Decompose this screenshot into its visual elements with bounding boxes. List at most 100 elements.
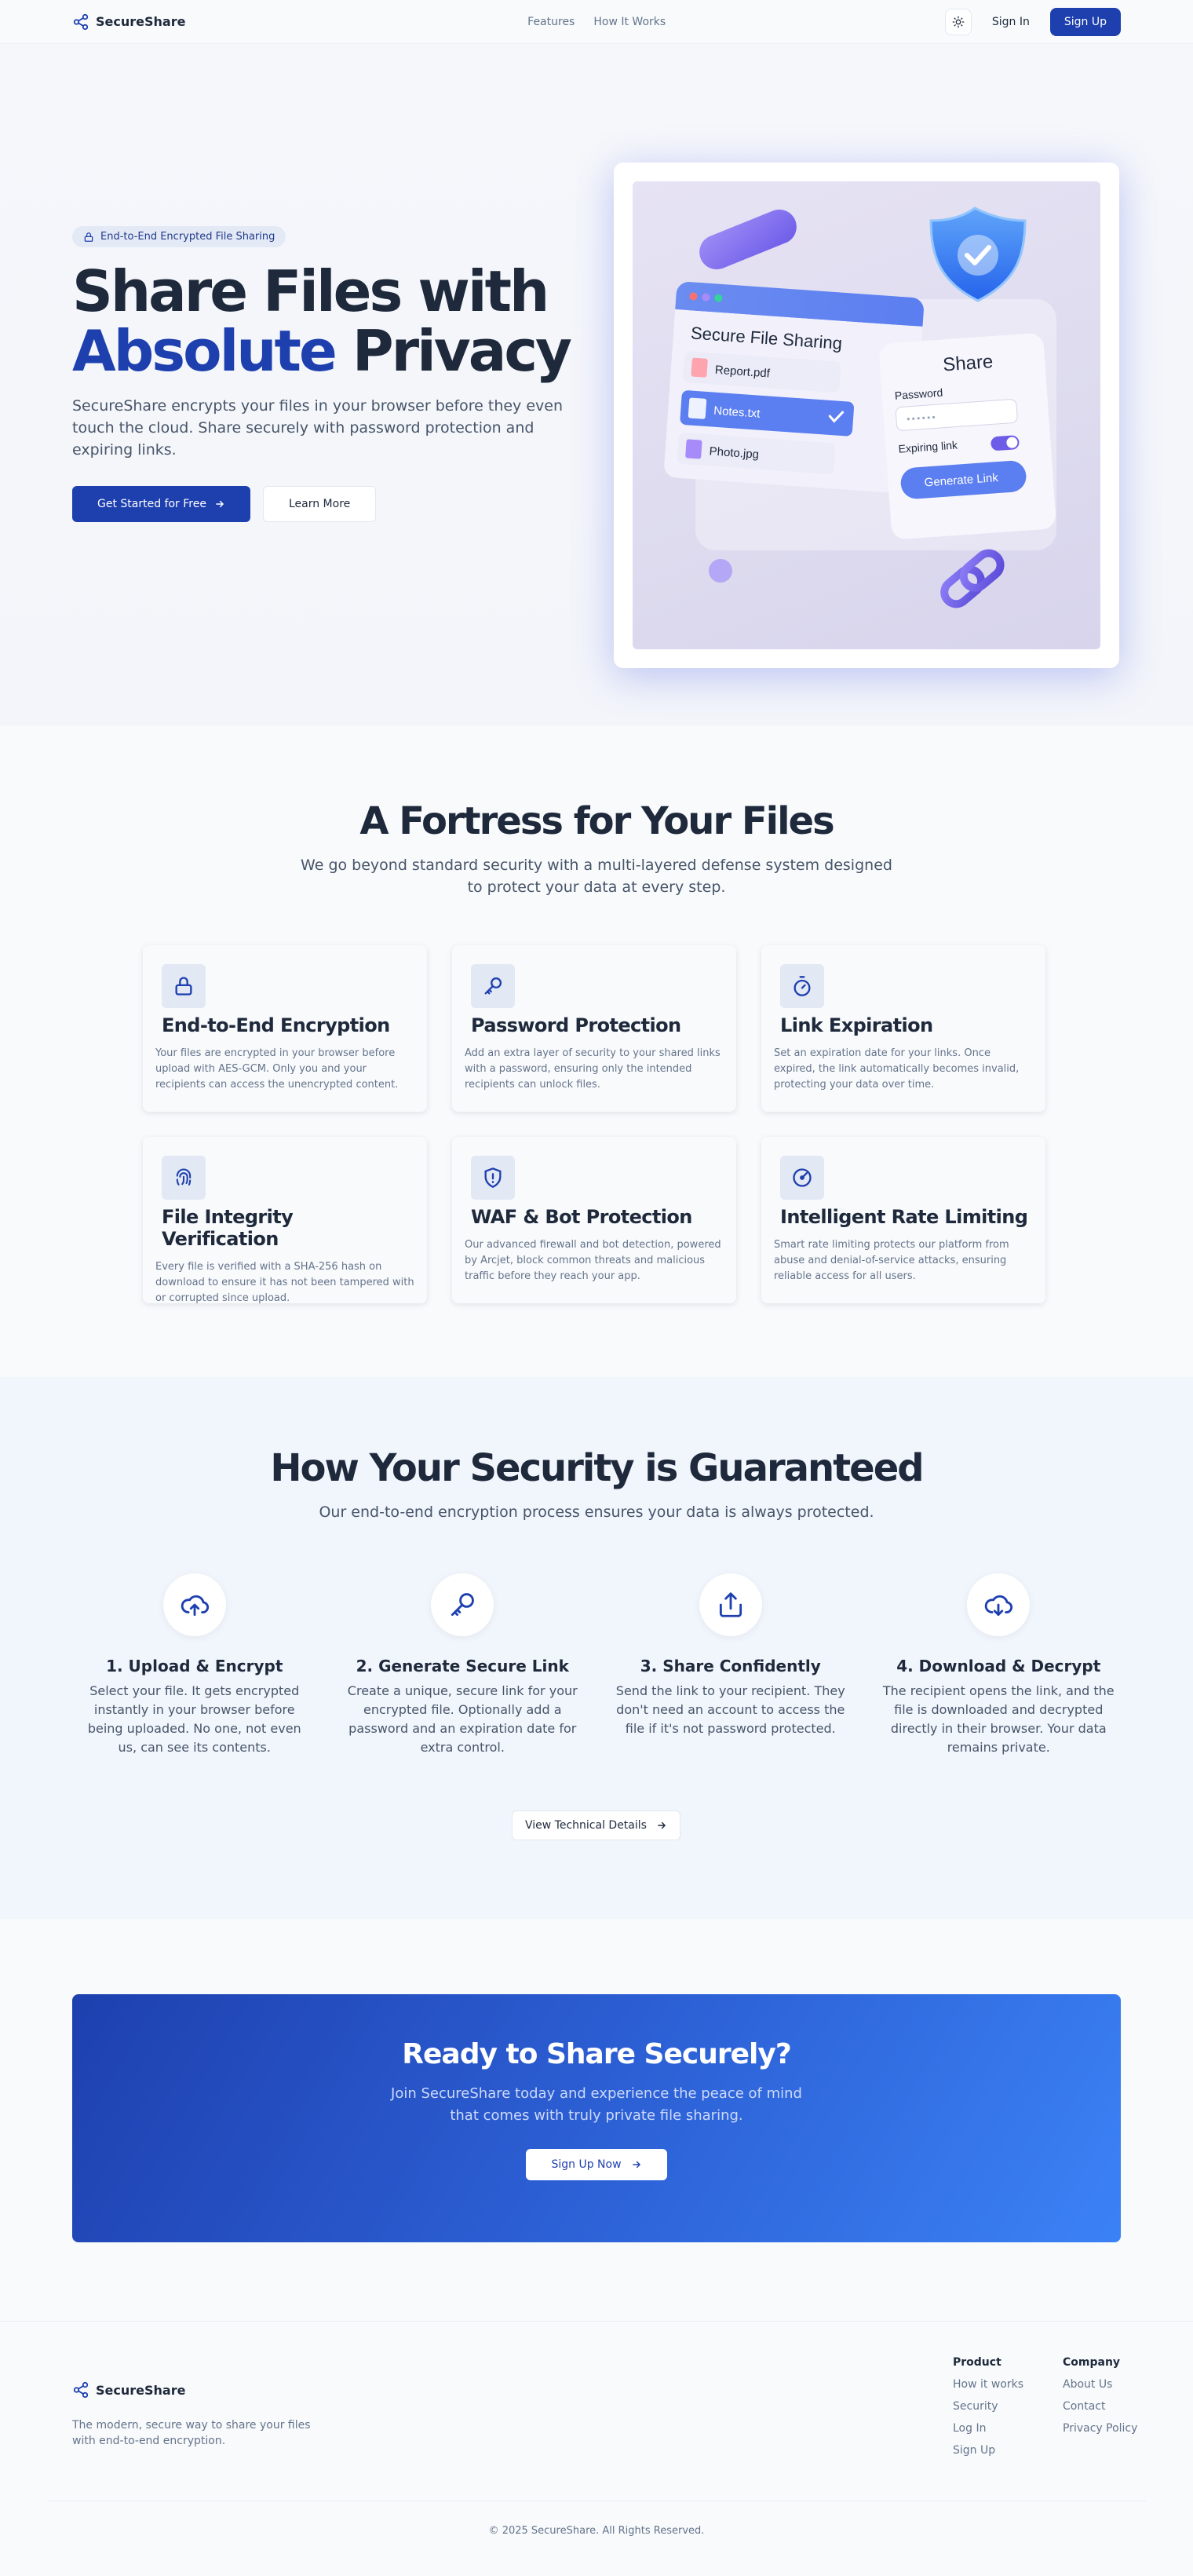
hero-title: Share Files with Absolute Privacy bbox=[72, 261, 575, 381]
decorative-orb bbox=[709, 559, 732, 583]
features-title: A Fortress for Your Files bbox=[359, 799, 834, 843]
footer-link-privacy-policy[interactable]: Privacy Policy bbox=[1063, 2422, 1137, 2435]
step-icon-circle bbox=[162, 1573, 226, 1636]
feature-title: File Integrity Verification bbox=[162, 1206, 294, 1250]
footer-description: The modern, secure way to share your fil… bbox=[72, 2419, 311, 2447]
tech-button-label: View Technical Details bbox=[525, 1819, 647, 1832]
steps-row: 1. Upload & Encrypt Select your file. It… bbox=[72, 1573, 1121, 1757]
shield-alert-icon bbox=[484, 1167, 502, 1188]
feature-text: Smart rate limiting protects our platfor… bbox=[774, 1239, 1009, 1282]
feature-icon-box bbox=[162, 964, 206, 1008]
cta-text: Join SecureShare today and experience th… bbox=[391, 2085, 802, 2124]
feature-card-waf: WAF & Bot Protection Our advanced firewa… bbox=[452, 1137, 736, 1303]
brand-name: SecureShare bbox=[96, 14, 186, 29]
step-download: 4. Download & Decrypt The recipient open… bbox=[877, 1573, 1122, 1757]
theme-toggle-button[interactable] bbox=[944, 8, 972, 35]
feature-card-integrity: File Integrity Verification Every file i… bbox=[143, 1137, 427, 1304]
step-text: Create a unique, secure link for your en… bbox=[347, 1683, 578, 1755]
feature-text: Your files are encrypted in your browser… bbox=[155, 1047, 399, 1091]
feature-card-password: Password Protection Add an extra layer o… bbox=[452, 945, 736, 1112]
cloud-download-icon bbox=[985, 1595, 1013, 1617]
hero-image-frame: Secure File Sharing Report.pdf Notes.txt… bbox=[614, 163, 1119, 668]
feature-title: Link Expiration bbox=[780, 1014, 933, 1036]
key-icon bbox=[484, 977, 502, 995]
footer-col-title: Product bbox=[953, 2356, 1001, 2369]
step-icon-circle bbox=[431, 1573, 494, 1636]
sign-up-now-label: Sign Up Now bbox=[551, 2158, 622, 2171]
step-title: 4. Download & Decrypt bbox=[896, 1657, 1101, 1675]
how-subtitle: Our end-to-end encryption process ensure… bbox=[319, 1504, 874, 1521]
cta-section: Ready to Share Securely? Join SecureShar… bbox=[0, 1919, 1193, 2321]
secure-sharing-illustration: Secure File Sharing Report.pdf Notes.txt… bbox=[664, 206, 1056, 608]
cloud-upload-icon bbox=[181, 1595, 209, 1617]
step-icon-circle bbox=[967, 1573, 1031, 1636]
footer-brand[interactable]: SecureShare bbox=[72, 2381, 331, 2399]
step-share: 3. Share Confidently Send the link to yo… bbox=[608, 1573, 853, 1757]
footer-link-sign-up[interactable]: Sign Up bbox=[953, 2444, 1023, 2457]
footer-brand-name: SecureShare bbox=[96, 2382, 186, 2398]
feature-icon-box bbox=[162, 1156, 206, 1200]
hero-badge: End-to-End Encrypted File Sharing bbox=[72, 226, 286, 247]
feature-icon-box bbox=[780, 964, 824, 1008]
how-title: How Your Security is Guaranteed bbox=[270, 1446, 924, 1490]
arrow-right-icon bbox=[216, 500, 224, 508]
feature-icon-box bbox=[471, 1156, 515, 1200]
feature-title: End-to-End Encryption bbox=[162, 1014, 390, 1036]
step-icon-circle bbox=[699, 1573, 762, 1636]
password-dots: •••••• bbox=[906, 412, 937, 425]
step-text: Send the link to your recipient. They do… bbox=[615, 1683, 845, 1736]
hero-badge-text: End-to-End Encrypted File Sharing bbox=[100, 231, 275, 243]
signup-button[interactable]: Sign Up bbox=[1049, 7, 1121, 36]
step-text: The recipient opens the link, and the fi… bbox=[882, 1683, 1115, 1755]
how-it-works-section: How Your Security is Guaranteed Our end-… bbox=[0, 1377, 1193, 1919]
nav-links: Features How It Works bbox=[527, 16, 666, 28]
feature-text: Our advanced firewall and bot detection,… bbox=[465, 1239, 721, 1282]
footer-link-about-us[interactable]: About Us bbox=[1063, 2378, 1137, 2391]
sign-up-now-button[interactable]: Sign Up Now bbox=[526, 2149, 667, 2180]
features-grid: End-to-End Encryption Your files are enc… bbox=[143, 945, 1047, 1304]
get-started-button[interactable]: Get Started for Free bbox=[72, 486, 250, 522]
nav-actions: Sign In Sign Up bbox=[944, 7, 1121, 36]
footer-link-log-in[interactable]: Log In bbox=[953, 2422, 1023, 2435]
nav-link-features[interactable]: Features bbox=[527, 16, 575, 28]
footer-link-how-it-works[interactable]: How it works bbox=[953, 2378, 1023, 2391]
cta-title: Ready to Share Securely? bbox=[402, 2038, 791, 2070]
top-nav: SecureShare Features How It Works Sign I… bbox=[0, 0, 1193, 44]
step-generate-link: 2. Generate Secure Link Create a unique,… bbox=[341, 1573, 586, 1757]
share-panel-graphic: Share Password •••••• Expiring link Gene… bbox=[879, 333, 1056, 539]
hero-title-line1: Share Files with bbox=[72, 258, 549, 324]
hero-title-rest: Privacy bbox=[334, 318, 572, 384]
feature-icon-box bbox=[471, 964, 515, 1008]
view-technical-details-button[interactable]: View Technical Details bbox=[512, 1811, 680, 1840]
arrow-right-icon bbox=[658, 1821, 666, 1829]
feature-card-rate-limit: Intelligent Rate Limiting Smart rate lim… bbox=[761, 1137, 1045, 1303]
step-upload: 1. Upload & Encrypt Select your file. It… bbox=[72, 1573, 317, 1757]
share-panel-title: Share bbox=[942, 351, 994, 375]
footer-link-security[interactable]: Security bbox=[953, 2400, 1023, 2413]
hero-subtitle: SecureShare encrypts your files in your … bbox=[72, 397, 564, 459]
footer-copyright: © 2025 SecureShare. All Rights Reserved. bbox=[47, 2501, 1146, 2537]
feature-text: Every file is verified with a SHA-256 ha… bbox=[155, 1261, 414, 1304]
chain-link-graphic bbox=[940, 549, 1005, 608]
key-icon bbox=[451, 1593, 475, 1617]
text-file-icon bbox=[688, 397, 707, 419]
footer-link-contact[interactable]: Contact bbox=[1063, 2400, 1137, 2413]
nav-link-how-it-works[interactable]: How It Works bbox=[593, 16, 666, 28]
feature-text: Add an extra layer of security to your s… bbox=[465, 1047, 721, 1091]
signin-button[interactable]: Sign In bbox=[983, 9, 1039, 35]
feature-card-encryption: End-to-End Encryption Your files are enc… bbox=[143, 945, 427, 1112]
share-icon bbox=[719, 1592, 742, 1617]
learn-more-button[interactable]: Learn More bbox=[262, 486, 377, 522]
brand-logo[interactable]: SecureShare bbox=[72, 13, 185, 31]
shield-graphic bbox=[929, 206, 1027, 302]
step-title: 1. Upload & Encrypt bbox=[106, 1657, 283, 1675]
step-text: Select your file. It gets encrypted inst… bbox=[87, 1683, 301, 1755]
arrow-right-icon bbox=[632, 2161, 640, 2169]
footer-brand-block: SecureShare The modern, secure way to sh… bbox=[72, 2381, 331, 2449]
footer: SecureShare The modern, secure way to sh… bbox=[0, 2321, 1193, 2552]
features-section: A Fortress for Your Files We go beyond s… bbox=[0, 725, 1193, 1377]
hero-content: End-to-End Encrypted File Sharing Share … bbox=[72, 226, 575, 522]
feature-card-expiration: Link Expiration Set an expiration date f… bbox=[761, 945, 1045, 1112]
step-title: 3. Share Confidently bbox=[640, 1657, 821, 1675]
gauge-icon bbox=[793, 1168, 812, 1187]
